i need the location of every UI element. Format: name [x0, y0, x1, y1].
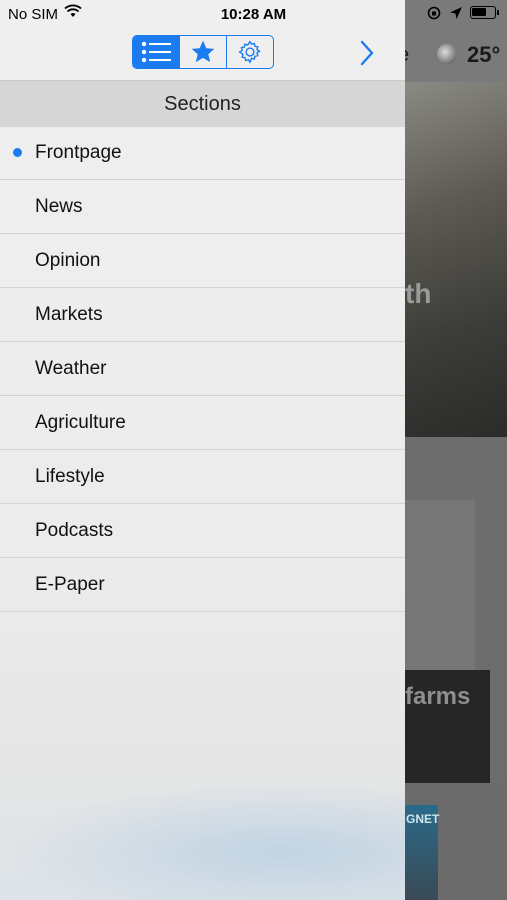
section-item-podcasts[interactable]: Podcasts [0, 504, 405, 558]
background-card-headline: farms [405, 683, 471, 710]
background-magazine-title: GNET [406, 812, 440, 826]
location-arrow-icon [450, 7, 462, 19]
section-item-e-paper[interactable]: E-Paper [0, 558, 405, 612]
section-item-label: Markets [35, 303, 103, 325]
tab-sections[interactable] [133, 36, 179, 68]
section-item-lifestyle[interactable]: Lifestyle [0, 450, 405, 504]
section-item-label: Opinion [35, 249, 101, 271]
section-item-label: News [35, 195, 83, 217]
gear-icon [238, 40, 261, 64]
section-item-label: Lifestyle [35, 465, 105, 487]
drawer-blur-background [0, 780, 405, 900]
section-item-opinion[interactable]: Opinion [0, 234, 405, 288]
background-article-photo [405, 82, 507, 437]
section-item-frontpage[interactable]: Frontpage [0, 126, 405, 180]
background-map-image [405, 500, 475, 670]
section-item-label: Weather [35, 357, 107, 379]
list-icon [141, 41, 171, 63]
tab-settings[interactable] [226, 36, 273, 68]
section-item-label: Podcasts [35, 519, 114, 541]
selected-indicator-icon [13, 148, 22, 157]
weather-moon-icon [437, 44, 457, 64]
section-item-agriculture[interactable]: Agriculture [0, 396, 405, 450]
sections-list: Frontpage News Opinion Markets Weather A… [0, 126, 405, 612]
close-drawer-button[interactable] [354, 38, 380, 68]
sections-title: Sections [164, 92, 241, 115]
temperature-label: 25° [467, 42, 501, 67]
background-article-headline: th [405, 278, 432, 309]
status-bar: No SIM 10:28 AM [0, 0, 507, 28]
tab-favorites[interactable] [179, 36, 226, 68]
orientation-lock-icon [427, 6, 441, 20]
star-icon [191, 40, 215, 63]
sections-header: Sections [0, 80, 405, 127]
section-item-news[interactable]: News [0, 180, 405, 234]
drawer-segmented-control [132, 35, 274, 69]
section-item-weather[interactable]: Weather [0, 342, 405, 396]
chevron-right-icon [360, 40, 374, 66]
section-item-label: E-Paper [35, 573, 105, 595]
battery-icon [470, 6, 496, 19]
section-item-label: Frontpage [35, 141, 122, 163]
drawer-toolbar [0, 28, 405, 80]
sections-drawer: Sections Frontpage News Opinion Markets … [0, 0, 405, 900]
section-item-markets[interactable]: Markets [0, 288, 405, 342]
section-item-label: Agriculture [35, 411, 126, 433]
